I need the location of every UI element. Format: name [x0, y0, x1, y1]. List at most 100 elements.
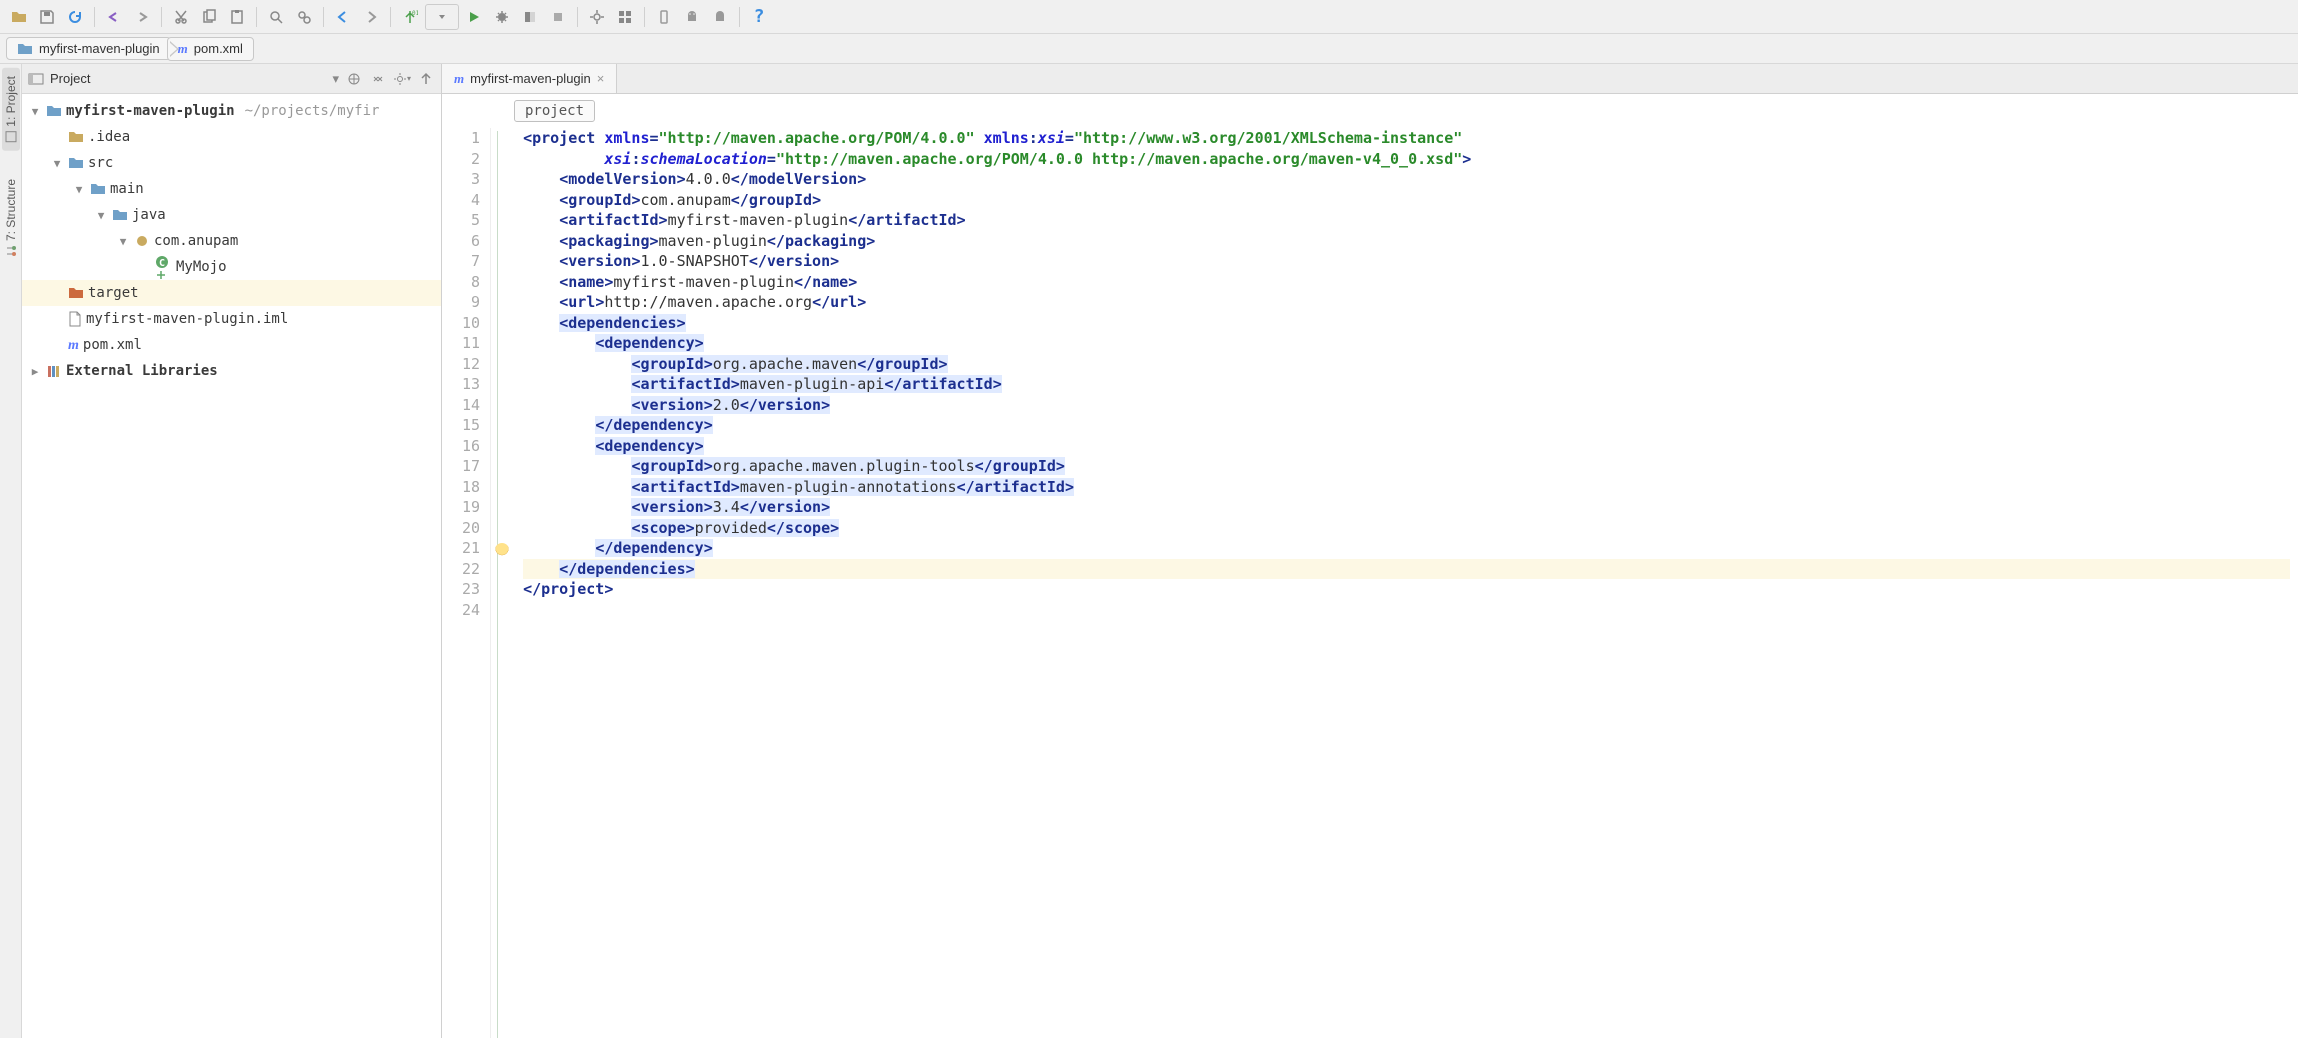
tree-icon: [134, 234, 150, 248]
tree-label: target: [88, 285, 139, 301]
save-button[interactable]: [34, 4, 60, 30]
editor-tab[interactable]: m myfirst-maven-plugin ×: [442, 64, 617, 93]
device-button[interactable]: [651, 4, 677, 30]
svg-text:01: 01: [412, 10, 418, 17]
xml-path-crumb[interactable]: project: [514, 100, 595, 122]
tree-icon: C: [156, 254, 172, 280]
undo-button[interactable]: [101, 4, 127, 30]
tree-label: pom.xml: [83, 337, 142, 353]
maven-icon: m: [454, 71, 464, 87]
find-button[interactable]: [263, 4, 289, 30]
tree-label: MyMojo: [176, 259, 227, 275]
breadcrumb-label: pom.xml: [194, 41, 243, 56]
tree-label: java: [132, 207, 166, 223]
tree-item-external-libraries[interactable]: ▶ External Libraries: [22, 358, 441, 384]
tree-icon: [46, 364, 62, 378]
structure-tool-tab[interactable]: 7: Structure: [2, 171, 20, 265]
tree-item-com-anupam[interactable]: ▼ com.anupam: [22, 228, 441, 254]
tree-label: External Libraries: [66, 363, 218, 379]
cut-button[interactable]: [168, 4, 194, 30]
settings-icon[interactable]: ▾: [393, 70, 411, 88]
panel-title: Project: [50, 71, 326, 86]
tree-icon: [90, 182, 106, 196]
folder-icon: [17, 42, 33, 56]
line-gutter: 123456789101112131415161718192021222324: [442, 128, 491, 1038]
separator: [256, 7, 257, 27]
tree-label: myfirst-maven-plugin: [66, 103, 235, 119]
main-toolbar: 01 ?: [0, 0, 2298, 34]
breadcrumb-file[interactable]: m pom.xml: [167, 37, 254, 61]
separator: [390, 7, 391, 27]
hide-icon[interactable]: [417, 70, 435, 88]
collapse-icon[interactable]: [369, 70, 387, 88]
tree-icon: [68, 311, 82, 327]
tree-label: myfirst-maven-plugin.iml: [86, 311, 288, 327]
breadcrumb-bar: myfirst-maven-plugin m pom.xml: [0, 34, 2298, 64]
separator: [644, 7, 645, 27]
build-button[interactable]: 01: [397, 4, 423, 30]
tree-item-pom-xml[interactable]: m pom.xml: [22, 332, 441, 358]
tree-item-main[interactable]: ▼ main: [22, 176, 441, 202]
run-button[interactable]: [461, 4, 487, 30]
tree-item-mymojo[interactable]: C MyMojo: [22, 254, 441, 280]
locate-icon[interactable]: [345, 70, 363, 88]
project-tool-tab[interactable]: 1: Project: [2, 68, 20, 151]
help-button[interactable]: ?: [746, 4, 772, 30]
tree-item-myfirst-maven-plugin-iml[interactable]: myfirst-maven-plugin.iml: [22, 306, 441, 332]
redo-button[interactable]: [129, 4, 155, 30]
tree-item-src[interactable]: ▼ src: [22, 150, 441, 176]
project-view-icon: [28, 72, 44, 86]
paste-button[interactable]: [224, 4, 250, 30]
tree-label: main: [110, 181, 144, 197]
forward-button[interactable]: [358, 4, 384, 30]
project-panel-header: Project ▾ ▾: [22, 64, 441, 94]
tree-icon: [112, 208, 128, 222]
breadcrumb-project[interactable]: myfirst-maven-plugin: [6, 37, 171, 60]
project-icon: [5, 131, 17, 143]
android-button[interactable]: [679, 4, 705, 30]
avd-button[interactable]: [707, 4, 733, 30]
structure-icon: [5, 245, 17, 257]
chevron-icon: ▼: [94, 209, 108, 222]
editor-breadcrumb: project: [442, 94, 2298, 128]
fold-gutter[interactable]: [491, 128, 515, 1038]
tree-icon: [68, 130, 84, 144]
close-icon[interactable]: ×: [597, 71, 605, 86]
tree-item-java[interactable]: ▼ java: [22, 202, 441, 228]
project-structure-button[interactable]: [612, 4, 638, 30]
coverage-button[interactable]: [517, 4, 543, 30]
back-button[interactable]: [330, 4, 356, 30]
tree-label: src: [88, 155, 113, 171]
app-root: 01 ? myfirst-maven-plugin m pom.xml: [0, 0, 2298, 1038]
tree-item-target[interactable]: target: [22, 280, 441, 306]
maven-icon: m: [178, 41, 188, 57]
refresh-button[interactable]: [62, 4, 88, 30]
svg-text:C: C: [159, 258, 165, 269]
run-config-dropdown[interactable]: [425, 4, 459, 30]
code-area[interactable]: <project xmlns="http://maven.apache.org/…: [515, 128, 2298, 1038]
tree-icon: [68, 156, 84, 170]
copy-button[interactable]: [196, 4, 222, 30]
separator: [577, 7, 578, 27]
project-tree[interactable]: ▼ myfirst-maven-plugin ~/projects/myfir …: [22, 94, 441, 1038]
tree-icon: [68, 286, 84, 300]
tree-icon: m: [68, 337, 79, 354]
chevron-icon: ▼: [50, 157, 64, 170]
debug-button[interactable]: [489, 4, 515, 30]
open-button[interactable]: [6, 4, 32, 30]
main-content: 1: Project 7: Structure Project ▾ ▾ ▼ my…: [0, 64, 2298, 1038]
stop-button[interactable]: [545, 4, 571, 30]
tree-item-myfirst-maven-plugin[interactable]: ▼ myfirst-maven-plugin ~/projects/myfir: [22, 98, 441, 124]
tool-window-bar: 1: Project 7: Structure: [0, 64, 22, 1038]
tree-item--idea[interactable]: .idea: [22, 124, 441, 150]
tree-icon: [46, 104, 62, 118]
separator: [161, 7, 162, 27]
separator: [323, 7, 324, 27]
chevron-icon: ▶: [28, 365, 42, 378]
tree-label: com.anupam: [154, 233, 238, 249]
replace-button[interactable]: [291, 4, 317, 30]
editor-tab-bar: m myfirst-maven-plugin ×: [442, 64, 2298, 94]
intention-bulb-icon[interactable]: [495, 543, 509, 557]
editor-body[interactable]: 123456789101112131415161718192021222324 …: [442, 128, 2298, 1038]
settings-button[interactable]: [584, 4, 610, 30]
